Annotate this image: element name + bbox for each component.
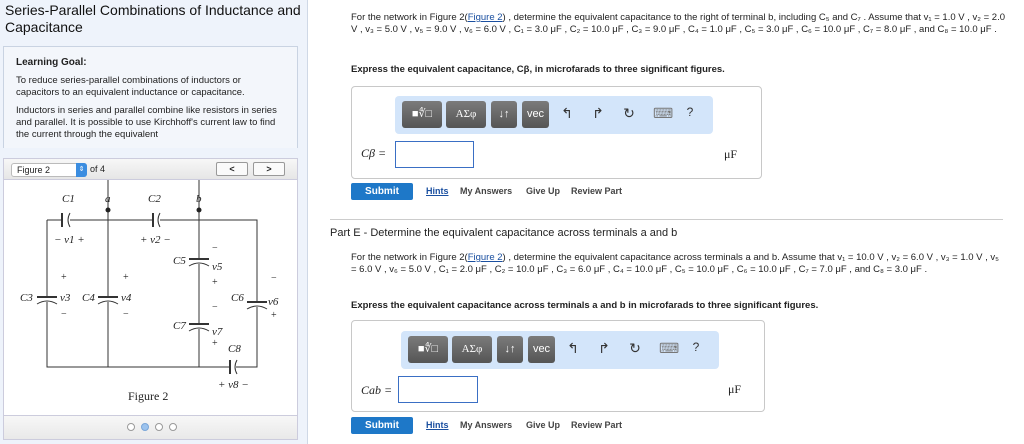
greek-button[interactable]: ΑΣφ <box>452 336 492 363</box>
answer-label: Cab = <box>361 383 393 397</box>
label-b: b <box>196 193 202 205</box>
figure-toolbar: Figure 2 ⇕ of 4 < > <box>3 158 298 180</box>
undo-icon[interactable]: ↰ <box>559 105 575 122</box>
label-v6: v6 <box>268 296 279 308</box>
label-v3: v3 <box>60 292 71 304</box>
redo-icon[interactable]: ↱ <box>596 340 612 357</box>
svg-text:+: + <box>271 310 277 321</box>
pager-dot-3[interactable] <box>155 423 163 431</box>
svg-text:−: − <box>123 309 129 320</box>
reset-icon[interactable]: ↻ <box>621 105 637 122</box>
review-part-link[interactable]: Review Part <box>571 420 622 430</box>
next-figure-button[interactable]: > <box>253 162 285 176</box>
hints-link[interactable]: Hints <box>426 420 449 430</box>
answer-label: Cβ = <box>361 146 387 160</box>
goal-text-2: Inductors in series and parallel combine… <box>16 105 277 140</box>
label-c2: C2 <box>148 193 161 205</box>
part-e-question: For the network in Figure 2(Figure 2) , … <box>351 252 1006 276</box>
math-toolbar: ■∜□ ΑΣφ ↓↑ vec ↰ ↱ ↻ ⌨ ? <box>395 96 713 134</box>
label-c8: C8 <box>228 343 241 355</box>
figure-count: of 4 <box>90 164 106 174</box>
label-c3: C3 <box>20 292 33 304</box>
pager-dot-2[interactable] <box>141 423 149 431</box>
label-v2: + v2 − <box>140 234 171 246</box>
figure-caption: Figure 2 <box>128 389 168 403</box>
label-v5: v5 <box>212 261 223 273</box>
part-e-instruction: Express the equivalent capacitance acros… <box>351 300 819 311</box>
keyboard-icon[interactable]: ⌨ <box>653 105 673 122</box>
arrows-button[interactable]: ↓↑ <box>497 336 523 363</box>
label-v4: v4 <box>121 292 132 304</box>
undo-icon[interactable]: ↰ <box>565 340 581 357</box>
part-d-instruction: Express the equivalent capacitance, Cβ, … <box>351 64 725 75</box>
answer-box-d: ■∜□ ΑΣφ ↓↑ vec ↰ ↱ ↻ ⌨ ? Cβ = μF <box>351 86 762 179</box>
circuit-diagram: C1 a C2 b − v1 + + v2 − C3 v3 C4 v4 C5 v… <box>20 180 279 403</box>
answer-box-e: ■∜□ ΑΣφ ↓↑ vec ↰ ↱ ↻ ⌨ ? Cab = μF <box>351 320 765 412</box>
unit-label: μF <box>724 147 738 161</box>
help-icon[interactable]: ? <box>688 340 704 354</box>
svg-text:+: + <box>61 272 67 283</box>
divider <box>330 219 1003 220</box>
vec-button[interactable]: vec <box>522 101 549 128</box>
give-up-link[interactable]: Give Up <box>526 420 560 430</box>
terminal-a <box>105 207 111 213</box>
submit-button[interactable]: Submit <box>351 183 413 200</box>
svg-text:+: + <box>212 277 218 288</box>
keyboard-icon[interactable]: ⌨ <box>659 340 679 357</box>
part-d-question: For the network in Figure 2(Figure 2) , … <box>351 12 1006 36</box>
terminal-b <box>196 207 202 213</box>
figure-pager <box>3 415 298 440</box>
give-up-link[interactable]: Give Up <box>526 186 560 196</box>
my-answers-link[interactable]: My Answers <box>460 186 512 196</box>
submit-button[interactable]: Submit <box>351 417 413 434</box>
svg-text:+: + <box>123 272 129 283</box>
label-v7: v7 <box>212 326 223 338</box>
my-answers-link[interactable]: My Answers <box>460 420 512 430</box>
label-v8: + v8 − <box>218 379 249 391</box>
svg-text:−: − <box>212 302 218 313</box>
reset-icon[interactable]: ↻ <box>627 340 643 357</box>
label-c4: C4 <box>82 292 95 304</box>
label-a: a <box>105 193 111 205</box>
label-c1: C1 <box>62 193 75 205</box>
goal-text-1: To reduce series-parallel combinations o… <box>16 75 245 98</box>
goal-heading: Learning Goal: <box>16 57 87 68</box>
help-icon[interactable]: ? <box>682 105 698 119</box>
select-arrows-icon: ⇕ <box>76 163 87 177</box>
page-title: Series-Parallel Combinations of Inductan… <box>5 2 301 35</box>
hints-link[interactable]: Hints <box>426 186 449 196</box>
label-c5: C5 <box>173 255 186 267</box>
learning-goal: Learning Goal: To reduce series-parallel… <box>3 46 298 148</box>
figure-link[interactable]: Figure 2 <box>468 12 503 23</box>
left-panel: Series-Parallel Combinations of Inductan… <box>0 0 308 444</box>
templates-button[interactable]: ■∜□ <box>402 101 442 128</box>
answer-input[interactable] <box>395 141 474 168</box>
unit-label: μF <box>728 382 742 396</box>
review-part-link[interactable]: Review Part <box>571 186 622 196</box>
svg-text:−: − <box>271 273 277 284</box>
arrows-button[interactable]: ↓↑ <box>491 101 517 128</box>
figure-select-value: Figure 2 <box>17 165 51 175</box>
figure-select[interactable]: Figure 2 ⇕ <box>11 163 87 177</box>
redo-icon[interactable]: ↱ <box>590 105 606 122</box>
label-c6: C6 <box>231 292 244 304</box>
svg-text:+: + <box>212 338 218 349</box>
greek-button[interactable]: ΑΣφ <box>446 101 486 128</box>
label-c7: C7 <box>173 320 186 332</box>
vec-button[interactable]: vec <box>528 336 555 363</box>
svg-text:−: − <box>212 243 218 254</box>
templates-button[interactable]: ■∜□ <box>408 336 448 363</box>
answer-input[interactable] <box>398 376 478 403</box>
pager-dot-1[interactable] <box>127 423 135 431</box>
prev-figure-button[interactable]: < <box>216 162 248 176</box>
question-text: For the network in Figure 2( <box>351 252 468 263</box>
svg-text:−: − <box>61 309 67 320</box>
pager-dot-4[interactable] <box>169 423 177 431</box>
label-v1: − v1 + <box>54 234 85 246</box>
part-e-heading[interactable]: Part E - Determine the equivalent capaci… <box>330 227 677 239</box>
question-text: For the network in Figure 2( <box>351 12 468 23</box>
figure-link[interactable]: Figure 2 <box>468 252 503 263</box>
math-toolbar: ■∜□ ΑΣφ ↓↑ vec ↰ ↱ ↻ ⌨ ? <box>401 331 719 369</box>
